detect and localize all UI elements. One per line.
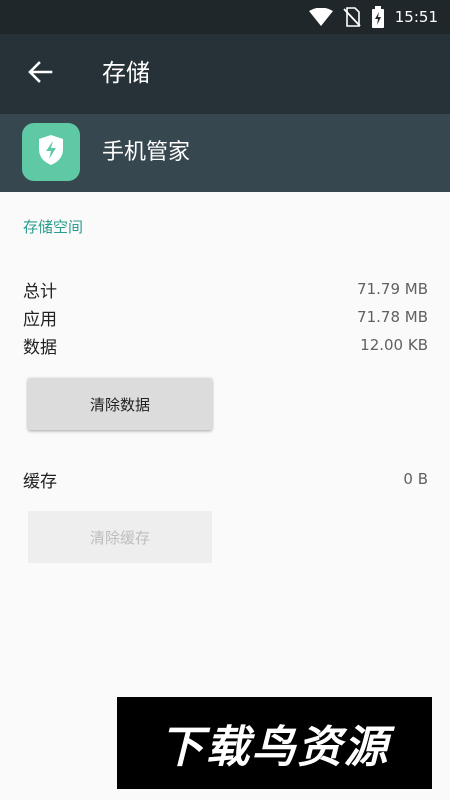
cache-row: 缓存 0 B: [23, 467, 428, 492]
cache-label: 缓存: [23, 471, 57, 492]
status-bar: 15:51: [0, 0, 450, 34]
row-value: 71.78 MB: [357, 308, 428, 326]
row-value: 71.79 MB: [357, 280, 428, 298]
wifi-icon: [308, 8, 333, 26]
clear-data-button[interactable]: 清除数据: [28, 378, 212, 430]
app-icon: [22, 123, 80, 181]
row-label: 应用: [23, 309, 57, 330]
no-sim-icon: [343, 7, 361, 27]
storage-row-app: 应用 71.78 MB: [23, 305, 428, 330]
arrow-left-icon: [27, 60, 53, 88]
page-title: 存储: [102, 59, 150, 87]
toolbar: 存储: [0, 34, 450, 114]
battery-charging-icon: [371, 6, 385, 28]
status-icons: 15:51: [308, 0, 438, 34]
shield-bolt-icon: [36, 133, 66, 171]
app-header: 手机管家: [0, 114, 450, 192]
watermark-text: 下载鸟资源: [159, 722, 390, 773]
storage-section-title: 存储空间: [23, 218, 84, 236]
clear-cache-button: 清除缓存: [28, 511, 212, 563]
app-name: 手机管家: [102, 140, 191, 165]
row-label: 总计: [23, 281, 57, 302]
watermark: 下载鸟资源: [117, 697, 432, 789]
row-label: 数据: [23, 337, 57, 358]
back-button[interactable]: [20, 56, 60, 92]
cache-value: 0 B: [403, 470, 428, 488]
status-time: 15:51: [394, 8, 438, 26]
row-value: 12.00 KB: [360, 336, 428, 354]
storage-row-data: 数据 12.00 KB: [23, 333, 428, 358]
storage-row-total: 总计 71.79 MB: [23, 277, 428, 302]
